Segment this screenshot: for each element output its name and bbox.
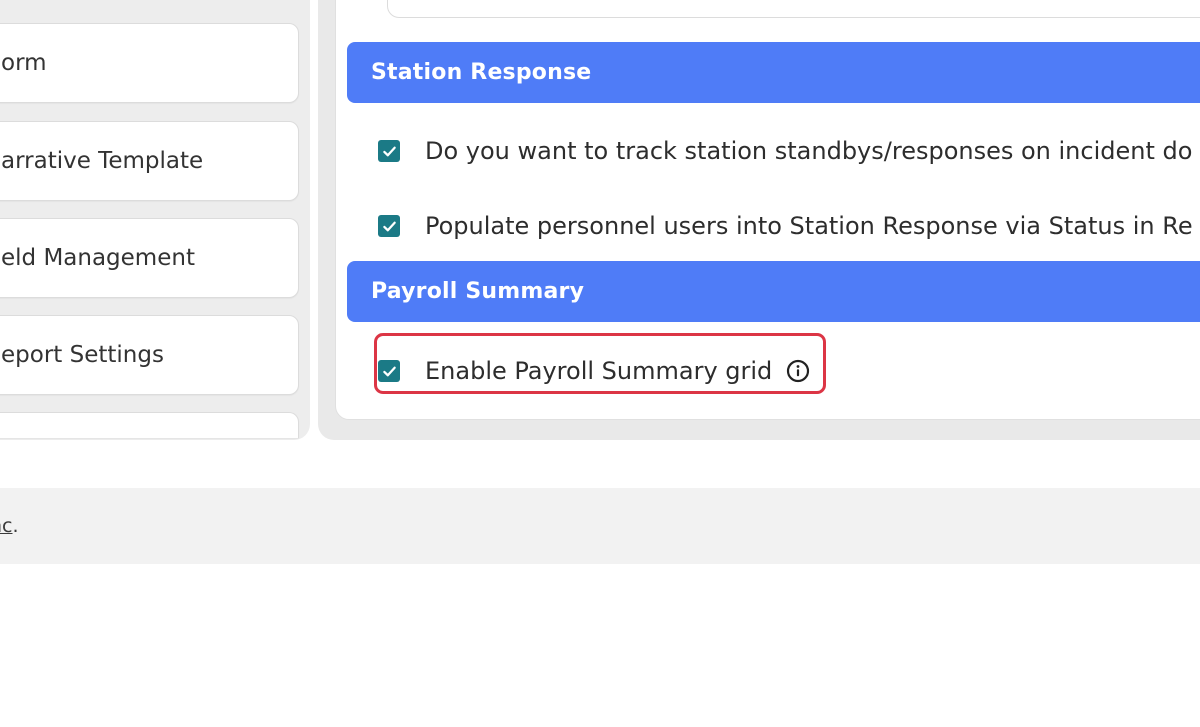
section-title: Station Response <box>371 60 592 85</box>
option-label: Populate personnel users into Station Re… <box>425 212 1193 240</box>
checkmark-icon <box>382 146 396 156</box>
previous-section-card <box>387 0 1200 18</box>
footer-link[interactable]: nc <box>0 515 13 537</box>
sidebar-item-report-settings[interactable]: eport Settings <box>0 315 299 395</box>
option-enable-payroll-summary: Enable Payroll Summary grid <box>378 357 810 385</box>
sidebar-item-narrative-template[interactable]: arrative Template <box>0 121 299 201</box>
section-header-station-response: Station Response <box>347 42 1200 103</box>
checkmark-icon <box>382 221 396 231</box>
sidebar-item-label: orm <box>1 50 47 76</box>
populate-personnel-checkbox[interactable] <box>378 215 400 237</box>
track-standbys-checkbox[interactable] <box>378 140 400 162</box>
checkmark-icon <box>382 366 396 376</box>
option-track-station-standbys: Do you want to track station standbys/re… <box>378 137 1192 165</box>
sidebar-item-label: eport Settings <box>1 342 164 368</box>
info-circle-icon[interactable] <box>786 359 810 383</box>
enable-payroll-summary-checkbox[interactable] <box>378 360 400 382</box>
section-header-payroll-summary: Payroll Summary <box>347 261 1200 322</box>
sidebar-item-field-management[interactable]: eld Management <box>0 218 299 298</box>
option-label: Enable Payroll Summary grid <box>425 357 773 385</box>
footer: nc . <box>0 488 1200 564</box>
sidebar-item-partial[interactable] <box>0 412 299 438</box>
sidebar-item-form[interactable]: orm <box>0 23 299 103</box>
sidebar-item-label: eld Management <box>1 245 195 271</box>
option-populate-personnel: Populate personnel users into Station Re… <box>378 212 1193 240</box>
footer-suffix: . <box>12 515 19 537</box>
option-label: Do you want to track station standbys/re… <box>425 137 1193 165</box>
sidebar-item-label: arrative Template <box>1 148 204 174</box>
section-title: Payroll Summary <box>371 279 585 304</box>
